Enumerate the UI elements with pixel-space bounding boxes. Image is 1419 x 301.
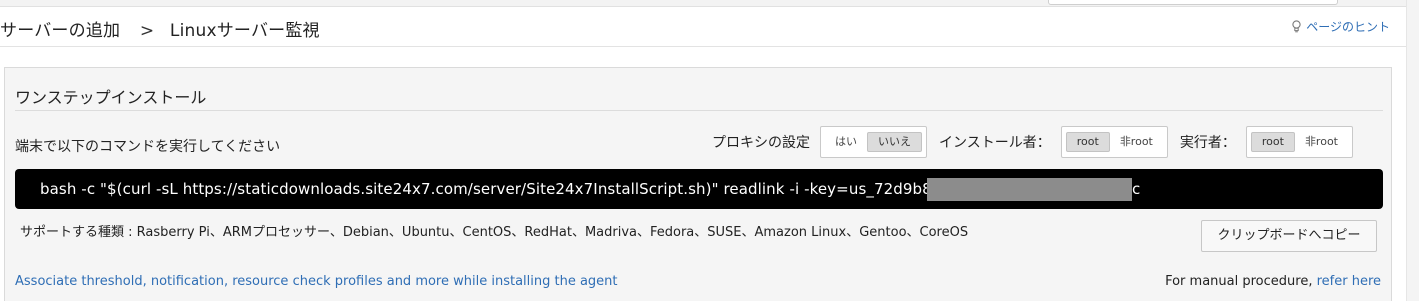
manual-procedure-text: For manual procedure, — [1165, 274, 1317, 289]
breadcrumb-current: Linuxサーバー監視 — [169, 21, 320, 41]
proxy-toggle: はい いいえ — [820, 125, 928, 158]
page-hint-link[interactable]: ページのヒント — [1292, 18, 1390, 35]
executor-label: 実行者： — [1179, 134, 1236, 151]
breadcrumb-separator: > — [139, 21, 155, 41]
refer-here-link[interactable]: refer here — [1317, 274, 1381, 289]
proxy-option-no[interactable]: いいえ — [867, 131, 923, 152]
page: サーバーの追加 > Linuxサーバー監視 ページのヒント ワンステップインスト… — [0, 0, 1419, 301]
executor-option-root[interactable]: root — [1250, 131, 1295, 152]
executor-toggle: root 非root — [1245, 125, 1353, 158]
manual-procedure: For manual procedure, refer here — [1165, 274, 1381, 289]
installer-option-nonroot[interactable]: 非root — [1110, 132, 1163, 152]
associate-profiles-link[interactable]: Associate threshold, notification, resou… — [15, 274, 618, 289]
breadcrumb-parent[interactable]: サーバーの追加 — [0, 21, 120, 41]
search-box-partial[interactable] — [1048, 0, 1338, 5]
instruction-text: 端末で以下のコマンドを実行してください — [15, 139, 281, 155]
page-header: サーバーの追加 > Linuxサーバー監視 ページのヒント — [0, 7, 1406, 47]
install-command-text: bash -c "$(curl -sL https://staticdownlo… — [40, 180, 965, 198]
page-hint-label: ページのヒント — [1306, 20, 1390, 34]
copy-to-clipboard-button[interactable]: クリップボードへコピー — [1201, 220, 1377, 252]
install-command-box[interactable]: bash -c "$(curl -sL https://staticdownlo… — [15, 169, 1383, 209]
install-command-tail: c — [1132, 180, 1141, 198]
lightbulb-icon — [1292, 20, 1301, 33]
proxy-label: プロキシの設定 — [712, 134, 811, 151]
proxy-option-yes[interactable]: はい — [825, 132, 867, 152]
panel-divider — [15, 110, 1383, 111]
panel-title: ワンステップインストール — [15, 88, 207, 107]
supported-platforms: サポートする種類 : Rasberry Pi、ARMプロセッサー、Debian、… — [20, 225, 969, 240]
redacted-key — [927, 178, 1132, 201]
installer-option-root[interactable]: root — [1065, 131, 1110, 152]
executor-option-nonroot[interactable]: 非root — [1295, 132, 1348, 152]
install-options-row: プロキシの設定 はい いいえ インストール者： root 非root 実行者： … — [712, 125, 1353, 158]
installer-label: インストール者： — [939, 134, 1051, 151]
top-strip — [0, 0, 1419, 7]
installer-toggle: root 非root — [1060, 125, 1168, 158]
breadcrumb: サーバーの追加 > Linuxサーバー監視 — [0, 16, 320, 41]
one-step-install-panel: ワンステップインストール 端末で以下のコマンドを実行してください プロキシの設定… — [4, 67, 1392, 301]
vertical-scrollbar[interactable] — [1406, 0, 1419, 301]
